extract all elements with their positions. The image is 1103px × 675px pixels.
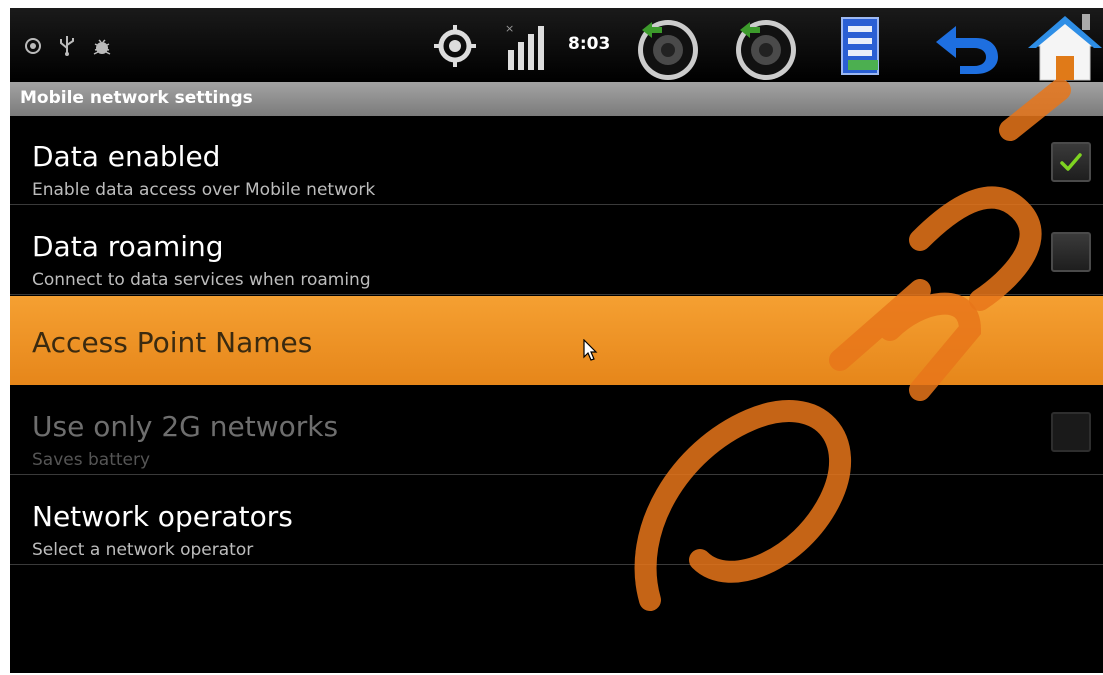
svg-text:×: ×	[505, 22, 514, 35]
setting-summary: Saves battery	[32, 450, 151, 470]
setting-access-point-names[interactable]: Access Point Names	[10, 296, 1103, 385]
debug-bug-icon	[93, 39, 111, 55]
setting-data-roaming[interactable]: Data roaming Connect to data services wh…	[10, 206, 1103, 295]
setting-title: Data roaming	[32, 230, 224, 263]
checkmark-icon	[1060, 153, 1082, 171]
setting-data-enabled[interactable]: Data enabled Enable data access over Mob…	[10, 116, 1103, 205]
setting-use-only-2g[interactable]: Use only 2G networks Saves battery	[10, 386, 1103, 475]
setting-title: Network operators	[32, 500, 293, 533]
data-roaming-checkbox[interactable]	[1051, 232, 1091, 272]
usb-icon	[60, 36, 74, 56]
setting-title: Access Point Names	[32, 326, 313, 359]
page-title: Mobile network settings	[20, 88, 253, 108]
data-enabled-checkbox[interactable]	[1051, 142, 1091, 182]
android-icon	[25, 38, 41, 54]
android-screen: × 8:03 Mobile network settings Data enab…	[10, 8, 1103, 673]
setting-title: Data enabled	[32, 140, 221, 173]
setting-summary: Enable data access over Mobile network	[32, 180, 376, 200]
gps-icon	[434, 25, 476, 67]
mouse-cursor-icon	[583, 339, 598, 361]
title-bar: Mobile network settings	[10, 82, 1103, 116]
menu-icon[interactable]	[834, 14, 886, 78]
setting-summary: Select a network operator	[32, 540, 254, 560]
use-only-2g-checkbox[interactable]	[1051, 412, 1091, 452]
setting-network-operators[interactable]: Network operators Select a network opera…	[10, 476, 1103, 565]
back-icon[interactable]	[934, 22, 1002, 76]
setting-summary: Connect to data services when roaming	[32, 270, 371, 290]
home-icon[interactable]	[1028, 12, 1103, 82]
volume-down-icon[interactable]	[634, 14, 702, 82]
setting-title: Use only 2G networks	[32, 410, 339, 443]
signal-icon: ×	[505, 22, 544, 70]
clock: 8:03	[568, 34, 611, 54]
volume-up-icon[interactable]	[732, 14, 800, 82]
status-bar: × 8:03	[10, 8, 1103, 82]
